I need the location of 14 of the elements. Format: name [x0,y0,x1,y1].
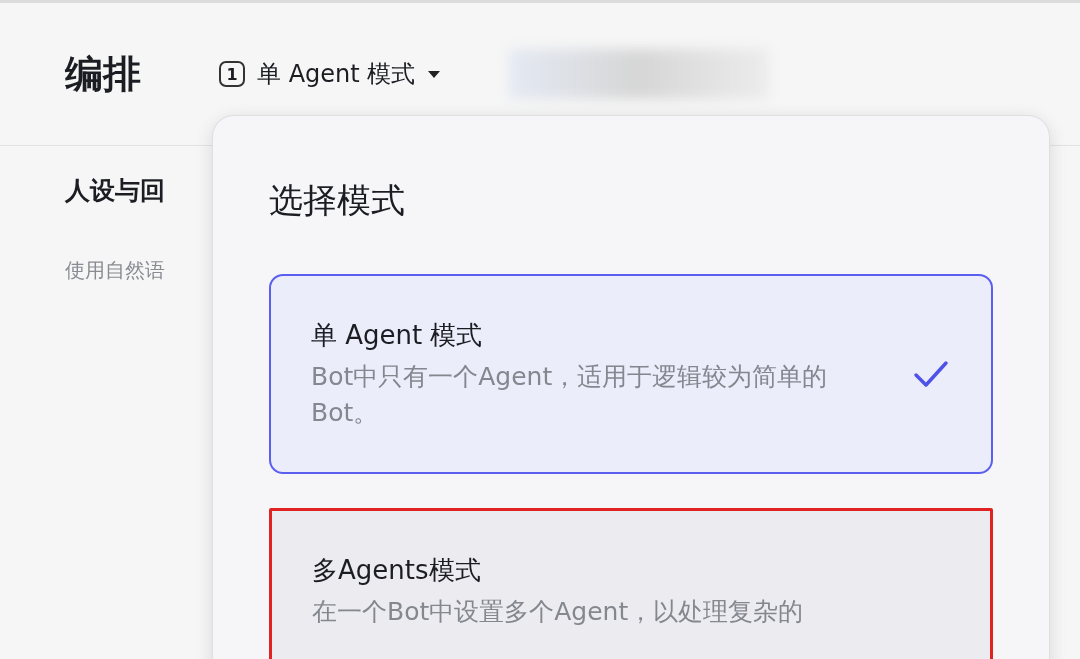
mode-option[interactable]: 多Agents模式 在一个Bot中设置多个Agent，以处理复杂的 [269,507,993,659]
section-hint: 使用自然语 [65,257,165,284]
mode-dropdown[interactable]: 1 单 Agent 模式 [219,54,442,94]
caret-icon [427,69,442,79]
check-icon [913,359,949,390]
popover-title: 选择模式 [269,179,406,222]
page-title: 编排 [65,50,141,98]
option-description: 在一个Bot中设置多个Agent，以处理复杂的 [312,595,805,628]
option-title: 多Agents模式 [312,553,482,587]
option-description: Bot中只有一个Agent，适用于逻辑较为简单的Bot。 [311,361,829,430]
section-title: 人设与回 [65,175,165,207]
mode-option[interactable]: 单 Agent 模式 Bot中只有一个Agent，适用于逻辑较为简单的Bot。 [269,274,993,474]
option-title: 单 Agent 模式 [311,319,484,352]
mode-icon: 1 [219,61,245,87]
